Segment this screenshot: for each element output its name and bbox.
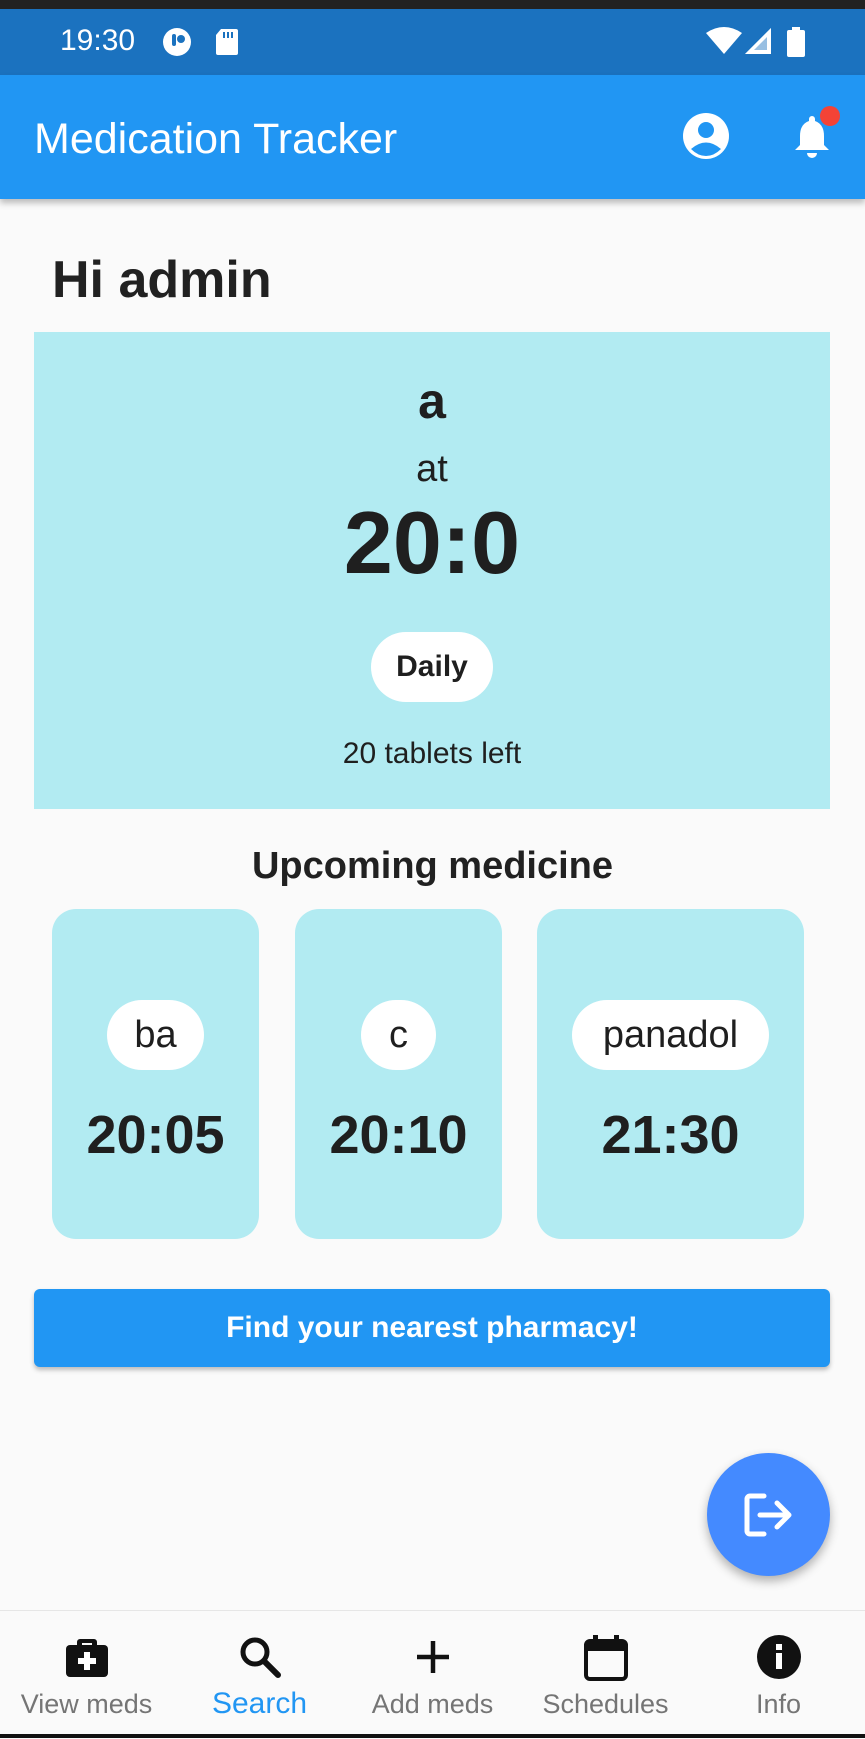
nav-label: Search [211,1687,308,1720]
medication-name: a [418,373,446,429]
app-notification-icon [162,27,192,62]
upcoming-med-time: 20:05 [86,1105,225,1165]
logout-icon [744,1493,791,1536]
upcoming-heading: Upcoming medicine [251,845,614,887]
notifications-button[interactable] [784,106,840,164]
nav-schedules[interactable]: Schedules [519,1611,692,1739]
find-pharmacy-button[interactable]: Find your nearest pharmacy! [34,1289,830,1367]
logout-fab[interactable] [707,1453,830,1576]
nav-view-meds[interactable]: View meds [0,1611,173,1739]
wifi-icon [706,27,742,60]
nav-search[interactable]: Search [173,1611,346,1739]
status-bar: 19:30 [0,9,865,75]
search-icon [173,1633,346,1681]
nav-label: Schedules [542,1689,669,1719]
info-icon [692,1633,865,1681]
upcoming-med-time: 20:10 [329,1105,468,1165]
bottom-navigation: View meds Search Add meds Schedules Info [0,1610,865,1739]
battery-icon [786,27,806,62]
medication-time: 20:0 [343,493,521,592]
upcoming-med-name: c [361,1000,436,1070]
nav-label: Add meds [371,1689,494,1719]
plus-icon [346,1633,519,1681]
status-time: 19:30 [60,24,136,57]
notification-badge [820,106,840,126]
current-medication-card[interactable]: a at 20:0 Daily 20 tablets left [34,332,830,809]
tablets-remaining: 20 tablets left [342,737,522,770]
nav-info[interactable]: Info [692,1611,865,1739]
cell-signal-icon [744,27,772,60]
screen-top-edge [0,0,865,9]
frequency-chip: Daily [371,632,493,702]
sd-card-icon [214,27,240,62]
app-title: Medication Tracker [34,115,398,163]
calendar-icon [519,1633,692,1681]
upcoming-med-time: 21:30 [601,1105,740,1165]
upcoming-card[interactable]: ba 20:05 [52,909,259,1239]
upcoming-med-name: panadol [572,1000,769,1070]
upcoming-med-name: ba [107,1000,204,1070]
screen-bottom-edge [0,1734,865,1738]
nav-label: View meds [20,1689,153,1719]
at-label: at [416,448,448,490]
nav-label: Info [755,1689,802,1719]
upcoming-card[interactable]: panadol 21:30 [537,909,804,1239]
nav-add-meds[interactable]: Add meds [346,1611,519,1739]
greeting-heading: Hi admin [52,251,272,309]
profile-button[interactable] [678,108,734,164]
upcoming-card[interactable]: c 20:10 [295,909,502,1239]
account-circle-icon [683,113,729,159]
app-bar: Medication Tracker [0,75,865,199]
medical-bag-icon [0,1633,173,1681]
